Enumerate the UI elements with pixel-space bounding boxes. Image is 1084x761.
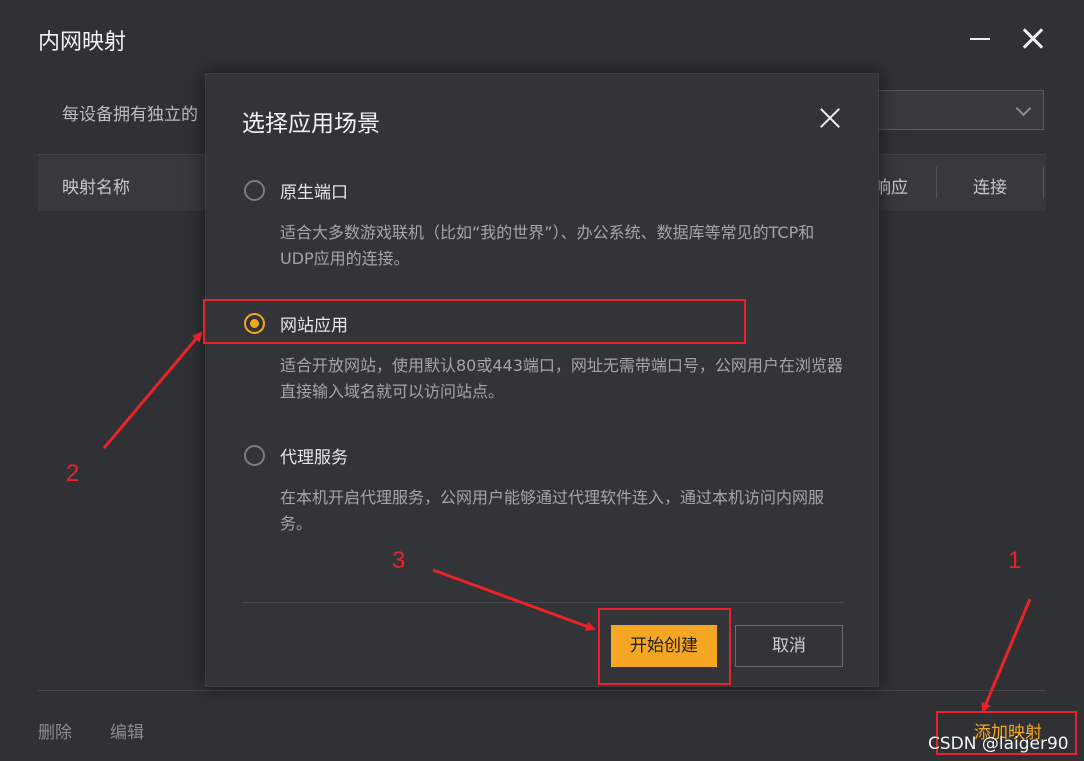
annotation-number-2: 2 bbox=[66, 460, 80, 487]
dialog-close-icon[interactable] bbox=[816, 104, 844, 132]
radio-proxy[interactable] bbox=[244, 445, 265, 466]
edit-button[interactable]: 编辑 bbox=[110, 718, 144, 743]
dialog-divider bbox=[242, 602, 844, 603]
chevron-down-icon bbox=[1015, 100, 1032, 117]
radio-native-port[interactable] bbox=[244, 180, 265, 201]
option-description: 在本机开启代理服务，公网用户能够通过代理软件连入，通过本机访问内网服务。 bbox=[280, 488, 825, 533]
option-label: 代理服务 bbox=[280, 448, 348, 468]
minimize-icon[interactable] bbox=[966, 22, 996, 56]
watermark: CSDN @laiger90 bbox=[928, 734, 1069, 754]
column-header-name: 映射名称 bbox=[62, 178, 130, 198]
device-select[interactable] bbox=[860, 90, 1044, 130]
option-label: 网站应用 bbox=[280, 316, 348, 336]
delete-button[interactable]: 删除 bbox=[38, 718, 72, 743]
window-title: 内网映射 bbox=[38, 30, 127, 55]
column-header-response: 响应 bbox=[874, 178, 908, 198]
scene-dialog: 选择应用场景 原生端口 适合大多数游戏联机（比如“我的世界”）、办公系统、数据库… bbox=[205, 73, 879, 687]
start-create-button[interactable]: 开始创建 bbox=[611, 625, 717, 667]
option-description: 适合开放网站，使用默认80或443端口，网址无需带端口号，公网用户在浏览器直接输… bbox=[280, 356, 843, 401]
column-header-connection: 连接 bbox=[973, 178, 1007, 198]
radio-website[interactable] bbox=[244, 313, 265, 334]
annotation-number-3: 3 bbox=[392, 547, 406, 574]
cancel-button[interactable]: 取消 bbox=[735, 625, 843, 667]
footer-divider bbox=[38, 690, 1046, 691]
option-description: 适合大多数游戏联机（比如“我的世界”）、办公系统、数据库等常见的TCP和UDP应… bbox=[280, 223, 815, 268]
column-divider bbox=[936, 167, 937, 199]
column-divider bbox=[1043, 167, 1044, 199]
annotation-number-1: 1 bbox=[1008, 547, 1022, 574]
dialog-title: 选择应用场景 bbox=[242, 111, 380, 137]
option-label: 原生端口 bbox=[280, 183, 348, 203]
close-icon[interactable] bbox=[1018, 22, 1048, 56]
device-description: 每设备拥有独立的 bbox=[62, 105, 198, 125]
